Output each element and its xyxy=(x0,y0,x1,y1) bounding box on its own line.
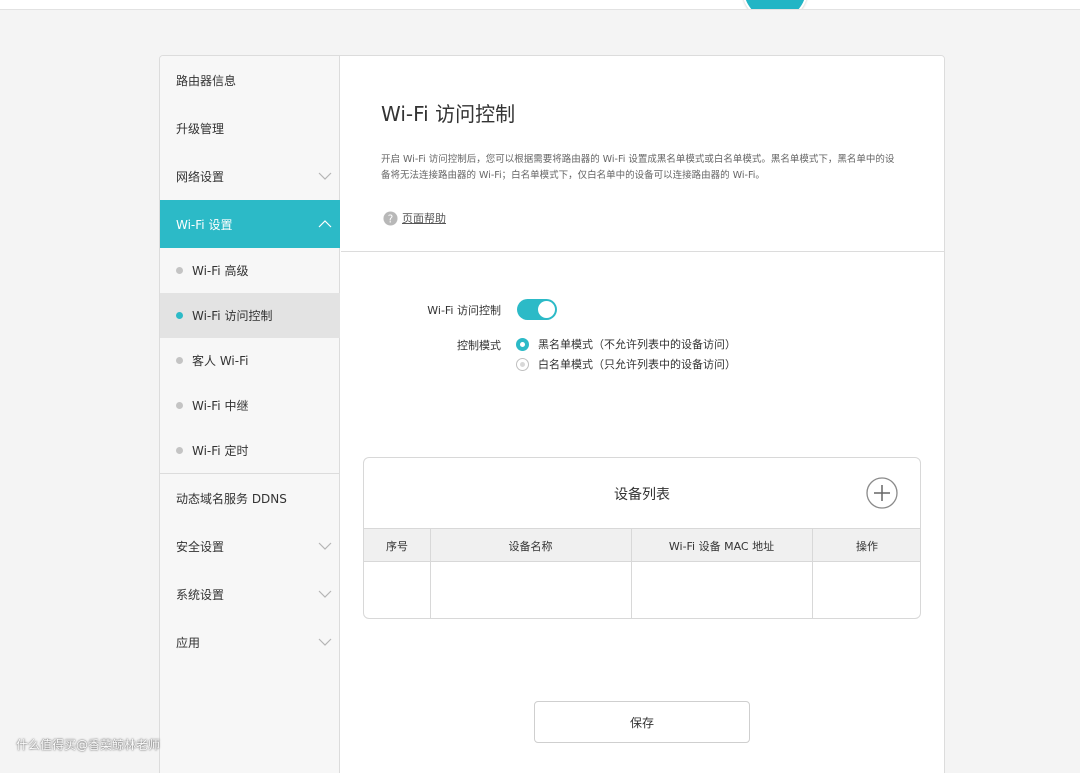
radio-unchecked-icon xyxy=(516,357,529,371)
sidebar-item-security[interactable]: 安全设置 xyxy=(160,522,340,570)
wifi-access-control-label: Wi-Fi 访问控制 xyxy=(427,304,501,317)
sidebar-item-apps[interactable]: 应用 xyxy=(160,618,340,666)
watermark: 什么值得买@香菜鲸林老师 xyxy=(16,738,161,752)
sidebar-item-system[interactable]: 系统设置 xyxy=(160,570,340,618)
chevron-down-icon xyxy=(318,172,332,180)
sidebar-subitem-wifi-schedule[interactable]: Wi-Fi 定时 xyxy=(160,428,340,473)
bullet-icon xyxy=(176,312,183,319)
column-header-device-name: 设备名称 xyxy=(508,540,553,553)
page-help-label: 页面帮助 xyxy=(402,212,446,225)
column-header-index: 序号 xyxy=(386,540,408,553)
sidebar-subitem-label: 客人 Wi-Fi xyxy=(192,354,249,368)
bullet-icon xyxy=(176,357,183,364)
device-list-title: 设备列表 xyxy=(614,487,670,503)
sidebar-item-label: 升级管理 xyxy=(176,121,225,136)
device-list-table: 设备列表 序号 设备名称 Wi-Fi 设备 MAC 地址 操作 xyxy=(363,457,921,619)
column-divider xyxy=(631,528,632,618)
page-help-link[interactable]: ? 页面帮助 xyxy=(383,210,446,226)
main-content: Wi-Fi 访问控制 开启 Wi-Fi 访问控制后，您可以根据需要将路由器的 W… xyxy=(341,56,944,773)
save-button[interactable]: 保存 xyxy=(534,701,750,743)
sidebar-subitem-label: Wi-Fi 访问控制 xyxy=(192,309,273,323)
settings-card: 路由器信息 升级管理 网络设置 Wi-Fi 设置 Wi-Fi 高级 Wi-Fi … xyxy=(159,55,945,773)
bullet-icon xyxy=(176,447,183,454)
mode-option-label: 白名单模式（只允许列表中的设备访问） xyxy=(538,358,736,371)
top-strip xyxy=(0,0,1080,10)
sidebar-subitem-wifi-advanced[interactable]: Wi-Fi 高级 xyxy=(160,248,340,293)
section-divider xyxy=(341,251,944,252)
mode-option-blacklist[interactable]: 黑名单模式（不允许列表中的设备访问） xyxy=(516,336,736,352)
sidebar-subitem-wifi-access-control[interactable]: Wi-Fi 访问控制 xyxy=(160,293,340,338)
column-divider xyxy=(430,528,431,618)
sidebar-item-label: 系统设置 xyxy=(176,587,225,602)
column-header-mac: Wi-Fi 设备 MAC 地址 xyxy=(668,540,775,553)
chevron-down-icon xyxy=(318,542,332,550)
sidebar-subitem-guest-wifi[interactable]: 客人 Wi-Fi xyxy=(160,338,340,383)
add-device-button[interactable] xyxy=(866,477,898,509)
sidebar-item-label: 应用 xyxy=(176,635,201,650)
sidebar-item-label: 网络设置 xyxy=(176,169,225,184)
sidebar: 路由器信息 升级管理 网络设置 Wi-Fi 设置 Wi-Fi 高级 Wi-Fi … xyxy=(160,56,340,773)
chevron-up-icon xyxy=(318,220,332,228)
sidebar-item-label: Wi-Fi 设置 xyxy=(176,217,233,232)
column-divider xyxy=(812,528,813,618)
sidebar-item-network[interactable]: 网络设置 xyxy=(160,152,340,200)
bullet-icon xyxy=(176,402,183,409)
sidebar-subitem-wifi-repeater[interactable]: Wi-Fi 中继 xyxy=(160,383,340,428)
page-description: 开启 Wi-Fi 访问控制后，您可以根据需要将路由器的 Wi-Fi 设置成黑名单… xyxy=(381,154,895,181)
sidebar-item-label: 路由器信息 xyxy=(176,73,237,88)
sidebar-subitem-label: Wi-Fi 定时 xyxy=(192,444,249,458)
radio-checked-icon xyxy=(516,337,529,351)
sidebar-subitem-label: Wi-Fi 高级 xyxy=(192,264,249,278)
sidebar-item-upgrade[interactable]: 升级管理 xyxy=(160,104,340,152)
svg-text:?: ? xyxy=(388,213,393,225)
bullet-icon xyxy=(176,267,183,274)
table-header: 序号 设备名称 Wi-Fi 设备 MAC 地址 操作 xyxy=(364,528,920,562)
mode-option-whitelist[interactable]: 白名单模式（只允许列表中的设备访问） xyxy=(516,356,736,372)
sidebar-item-wifi[interactable]: Wi-Fi 设置 xyxy=(160,200,340,248)
question-icon: ? xyxy=(383,210,398,226)
sidebar-item-router-info[interactable]: 路由器信息 xyxy=(160,56,340,104)
column-header-action: 操作 xyxy=(856,540,878,553)
sidebar-subitem-label: Wi-Fi 中继 xyxy=(192,399,249,413)
sidebar-item-ddns[interactable]: 动态域名服务 DDNS xyxy=(160,474,340,522)
brand-logo-icon[interactable] xyxy=(742,0,808,9)
chevron-down-icon xyxy=(318,638,332,646)
chevron-down-icon xyxy=(318,590,332,598)
wifi-access-control-toggle[interactable] xyxy=(517,299,557,320)
control-mode-label: 控制模式 xyxy=(457,339,501,352)
mode-option-label: 黑名单模式（不允许列表中的设备访问） xyxy=(538,338,736,351)
page-title: Wi-Fi 访问控制 xyxy=(381,102,516,126)
sidebar-item-label: 动态域名服务 DDNS xyxy=(176,491,287,506)
sidebar-item-label: 安全设置 xyxy=(176,539,225,554)
toggle-knob xyxy=(538,301,555,318)
